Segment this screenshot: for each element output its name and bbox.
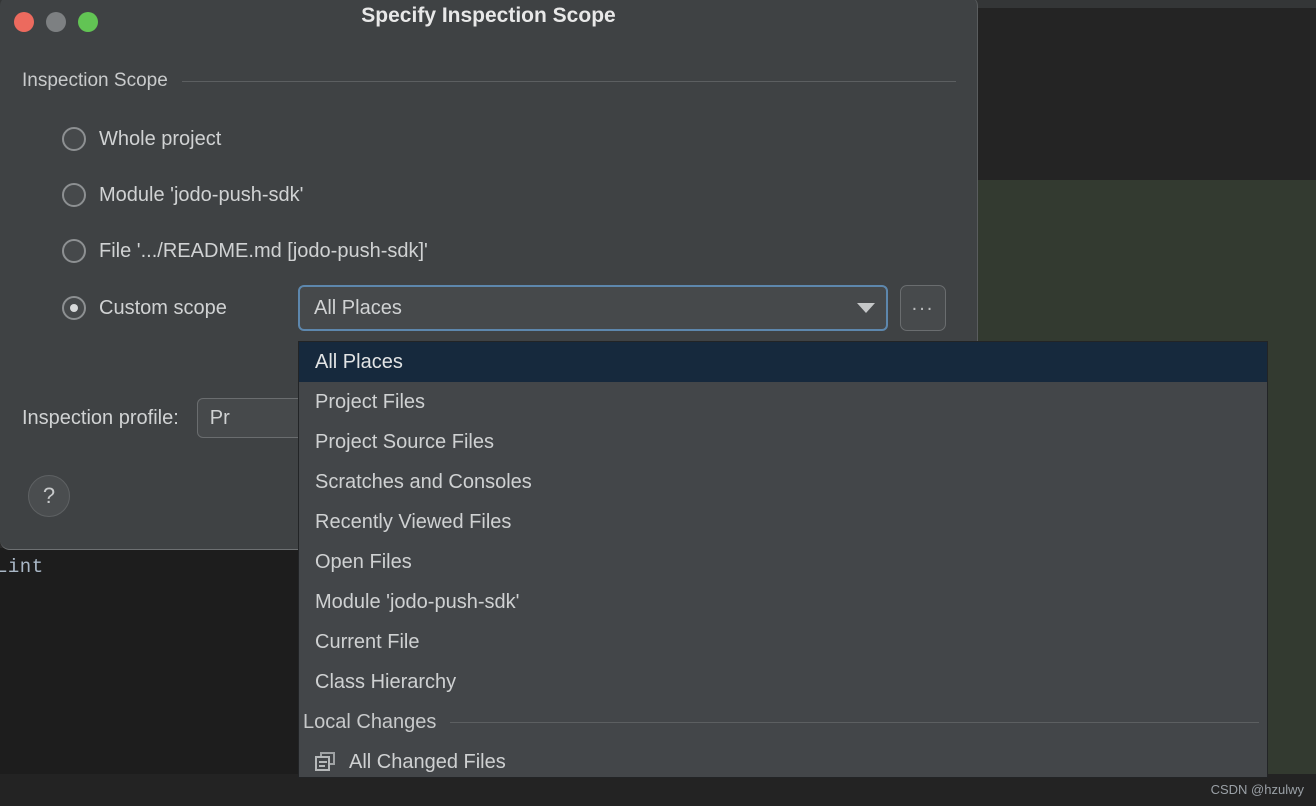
chevron-down-icon[interactable]	[846, 303, 886, 313]
list-item[interactable]: Recently Viewed Files	[299, 502, 1267, 542]
list-item-label: Open Files	[315, 550, 412, 573]
section-header-rule	[181, 80, 956, 82]
list-item[interactable]: Scratches and Consoles	[299, 462, 1267, 502]
ellipsis-icon[interactable]: ...	[900, 285, 946, 331]
list-item[interactable]: Current File	[299, 622, 1267, 662]
radio-custom-scope[interactable]: Custom scope	[62, 294, 227, 322]
list-item-label: All Changed Files	[349, 750, 506, 773]
radio-custom-scope-label: Custom scope	[99, 296, 227, 319]
custom-scope-combobox[interactable]: All Places	[298, 285, 888, 331]
ide-status-bar	[0, 774, 1316, 806]
radio-whole-project-label: Whole project	[99, 127, 222, 150]
section-header-label: Inspection Scope	[22, 70, 168, 91]
list-item[interactable]: All Changed Files	[299, 742, 1267, 777]
list-group-separator-local-changes: Local Changes	[299, 702, 1267, 742]
list-item-label: Recently Viewed Files	[315, 510, 512, 533]
radio-file-label: File '.../README.md [jodo-push-sdk]'	[99, 239, 428, 262]
radio-circle-icon	[62, 183, 86, 207]
changed-files-icon	[315, 752, 337, 772]
list-item[interactable]: Open Files	[299, 542, 1267, 582]
radio-file[interactable]: File '.../README.md [jodo-push-sdk]'	[62, 237, 428, 265]
list-item-label: Module 'jodo-push-sdk'	[315, 590, 520, 613]
ide-editor-area	[978, 8, 1316, 180]
list-item-label: Current File	[315, 630, 420, 653]
list-item[interactable]: Class Hierarchy	[299, 662, 1267, 702]
radio-circle-selected-icon	[62, 296, 86, 320]
inspection-profile-label: Inspection profile:	[22, 406, 179, 429]
list-item[interactable]: All Places	[299, 342, 1267, 382]
custom-scope-dropdown-list[interactable]: All Places Project Files Project Source …	[298, 341, 1268, 778]
list-item-label: Project Files	[315, 390, 426, 413]
list-item-label: Class Hierarchy	[315, 670, 457, 693]
inspection-scope-section-header: Inspection Scope	[22, 70, 956, 92]
radio-whole-project[interactable]: Whole project	[62, 125, 221, 153]
list-item-label: All Places	[315, 350, 403, 373]
inspection-profile-value: Pr	[209, 406, 230, 429]
console-text: Lint	[0, 556, 44, 578]
watermark: CSDN @hzulwy	[1210, 782, 1304, 797]
question-mark-icon[interactable]: ?	[28, 475, 70, 517]
dialog-titlebar: Specify Inspection Scope	[0, 0, 977, 44]
dialog-title: Specify Inspection Scope	[361, 4, 616, 27]
radio-module-label: Module 'jodo-push-sdk'	[99, 183, 304, 206]
list-item-label: Project Source Files	[315, 430, 494, 453]
list-item-label: Scratches and Consoles	[315, 470, 532, 493]
radio-module[interactable]: Module 'jodo-push-sdk'	[62, 181, 303, 209]
list-item[interactable]: Project Files	[299, 382, 1267, 422]
custom-scope-combobox-value: All Places	[314, 296, 402, 319]
radio-circle-icon	[62, 127, 86, 151]
list-item[interactable]: Module 'jodo-push-sdk'	[299, 582, 1267, 622]
list-item[interactable]: Project Source Files	[299, 422, 1267, 462]
radio-circle-icon	[62, 239, 86, 263]
list-group-rule	[450, 721, 1259, 723]
list-group-label: Local Changes	[303, 710, 437, 733]
